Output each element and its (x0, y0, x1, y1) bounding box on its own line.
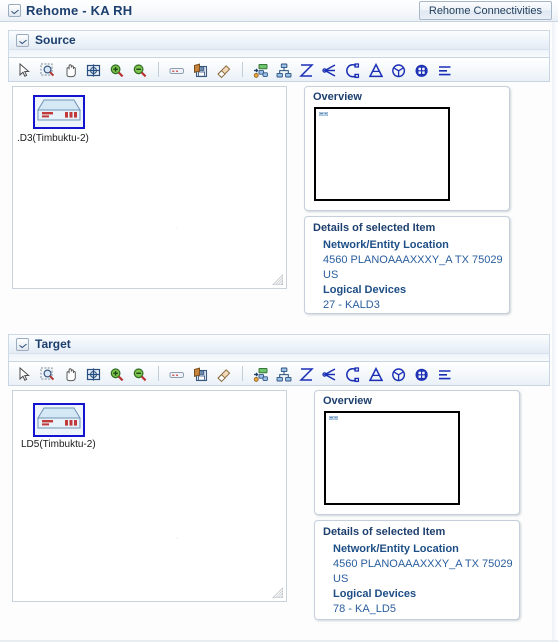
source-canvas-surface[interactable]: .D3(Timbuktu-2) (13, 87, 286, 288)
target-toolbar (8, 361, 550, 386)
toolbar-separator-1 (158, 62, 160, 77)
target-details-title: Details of selected Item (323, 526, 446, 538)
layout-list-icon[interactable] (435, 364, 455, 385)
target-node[interactable] (33, 403, 85, 437)
source-node-label: .D3(Timbuktu-2) (17, 133, 89, 144)
target-node-label: LD5(Timbuktu-2) (21, 439, 96, 450)
layout-tree-icon[interactable] (320, 364, 340, 385)
target-detail-value-1: 78 - KA_LD5 (333, 603, 396, 615)
source-overview-viewport[interactable] (314, 107, 450, 201)
server-device-icon (37, 99, 81, 121)
target-section-header[interactable]: Target (8, 334, 550, 354)
eraser-icon[interactable] (214, 60, 234, 81)
server-device-mini-icon (319, 112, 328, 116)
layout-grid-icon[interactable] (412, 60, 432, 81)
pan-hand-icon[interactable] (61, 364, 81, 385)
source-toolbar (8, 57, 550, 82)
server-device-mini-icon (329, 416, 338, 420)
page-disclose-chevron-down-icon[interactable] (8, 4, 21, 17)
target-details-list: Network/Entity Location 4560 PLANOAAAXXX… (333, 542, 519, 617)
layout-circular-icon[interactable] (343, 364, 363, 385)
rehome-page: Rehome - KA RH Rehome Connectivities Sou… (0, 0, 558, 642)
layout-list-icon[interactable] (435, 60, 455, 81)
target-overview-title: Overview (323, 395, 372, 407)
source-detail-key-1: Logical Devices (323, 284, 407, 296)
layout-hierarchical-icon[interactable] (366, 60, 386, 81)
eraser-icon[interactable] (214, 364, 234, 385)
group-nodes-icon[interactable] (274, 364, 294, 385)
expand-node-icon[interactable] (251, 60, 271, 81)
select-pointer-icon[interactable] (15, 60, 35, 81)
target-overview-panel: Overview (314, 390, 520, 515)
device-icon[interactable] (167, 60, 187, 81)
target-detail-key-0: Network/Entity Location (333, 543, 459, 555)
source-section-header[interactable]: Source (8, 30, 550, 50)
select-pointer-icon[interactable] (15, 364, 35, 385)
layout-circular-icon[interactable] (343, 60, 363, 81)
target-overview-viewport[interactable] (324, 411, 460, 505)
marquee-zoom-icon[interactable] (38, 364, 58, 385)
target-canvas-surface[interactable]: LD5(Timbuktu-2) (13, 391, 286, 601)
source-disclose-chevron-down-icon[interactable] (16, 34, 29, 47)
toolbar-separator-2 (241, 62, 243, 77)
layout-radial-icon[interactable] (389, 364, 409, 385)
layout-grid-icon[interactable] (412, 364, 432, 385)
page-header: Rehome - KA RH Rehome Connectivities (0, 0, 558, 22)
save-image-icon[interactable] (191, 364, 211, 385)
layout-tree-icon[interactable] (320, 60, 340, 81)
server-device-icon (37, 407, 81, 429)
source-section-title: Source (35, 33, 76, 47)
zoom-in-icon[interactable] (107, 60, 127, 81)
zoom-in-icon[interactable] (107, 364, 127, 385)
target-section-title: Target (35, 337, 71, 351)
device-icon[interactable] (167, 364, 187, 385)
source-detail-value-0: 4560 PLANOAAAXXXY_A TX 75029 US (323, 254, 503, 281)
source-section: Source .D3(Timbuktu-2) Overview Details … (8, 30, 550, 314)
target-canvas[interactable]: LD5(Timbuktu-2) (12, 390, 287, 602)
zoom-out-icon[interactable] (130, 60, 150, 81)
target-section: Target LD5(Timbuktu-2) Overview Details … (8, 334, 550, 626)
pan-hand-icon[interactable] (61, 60, 81, 81)
source-node[interactable] (33, 95, 85, 129)
source-details-panel: Details of selected Item Network/Entity … (304, 216, 510, 314)
layout-incremental-icon[interactable] (297, 60, 317, 81)
target-graph-area: LD5(Timbuktu-2) Overview Details of sele… (8, 386, 550, 626)
target-detail-key-1: Logical Devices (333, 588, 417, 600)
layout-incremental-icon[interactable] (297, 364, 317, 385)
expand-node-icon[interactable] (251, 364, 271, 385)
source-detail-key-0: Network/Entity Location (323, 239, 449, 251)
rehome-connectivities-button[interactable]: Rehome Connectivities (418, 1, 552, 20)
marquee-zoom-icon[interactable] (38, 60, 58, 81)
zoom-out-icon[interactable] (130, 364, 150, 385)
source-overview-title: Overview (313, 91, 362, 103)
toolbar-separator-2 (241, 366, 243, 381)
page-right-edge (552, 22, 558, 642)
layout-radial-icon[interactable] (389, 60, 409, 81)
target-detail-value-0: 4560 PLANOAAAXXXY_A TX 75029 US (333, 558, 513, 585)
group-nodes-icon[interactable] (274, 60, 294, 81)
source-details-list: Network/Entity Location 4560 PLANOAAAXXX… (323, 238, 509, 313)
target-disclose-chevron-down-icon[interactable] (16, 338, 29, 351)
source-detail-value-1: 27 - KALD3 (323, 299, 380, 311)
toolbar-separator-1 (158, 366, 160, 381)
source-details-title: Details of selected Item (313, 222, 436, 234)
layout-hierarchical-icon[interactable] (366, 364, 386, 385)
source-canvas-resize-grip[interactable] (271, 273, 284, 286)
target-subbar (8, 354, 550, 361)
zoom-fit-icon[interactable] (84, 60, 104, 81)
source-overview-panel: Overview (304, 86, 510, 211)
page-title: Rehome - KA RH (26, 3, 133, 18)
target-details-panel: Details of selected Item Network/Entity … (314, 520, 520, 620)
target-canvas-resize-grip[interactable] (271, 586, 284, 599)
zoom-fit-icon[interactable] (84, 364, 104, 385)
source-graph-area: .D3(Timbuktu-2) Overview Details of sele… (8, 82, 550, 314)
source-canvas[interactable]: .D3(Timbuktu-2) (12, 86, 287, 289)
source-subbar (8, 50, 550, 57)
save-image-icon[interactable] (191, 60, 211, 81)
